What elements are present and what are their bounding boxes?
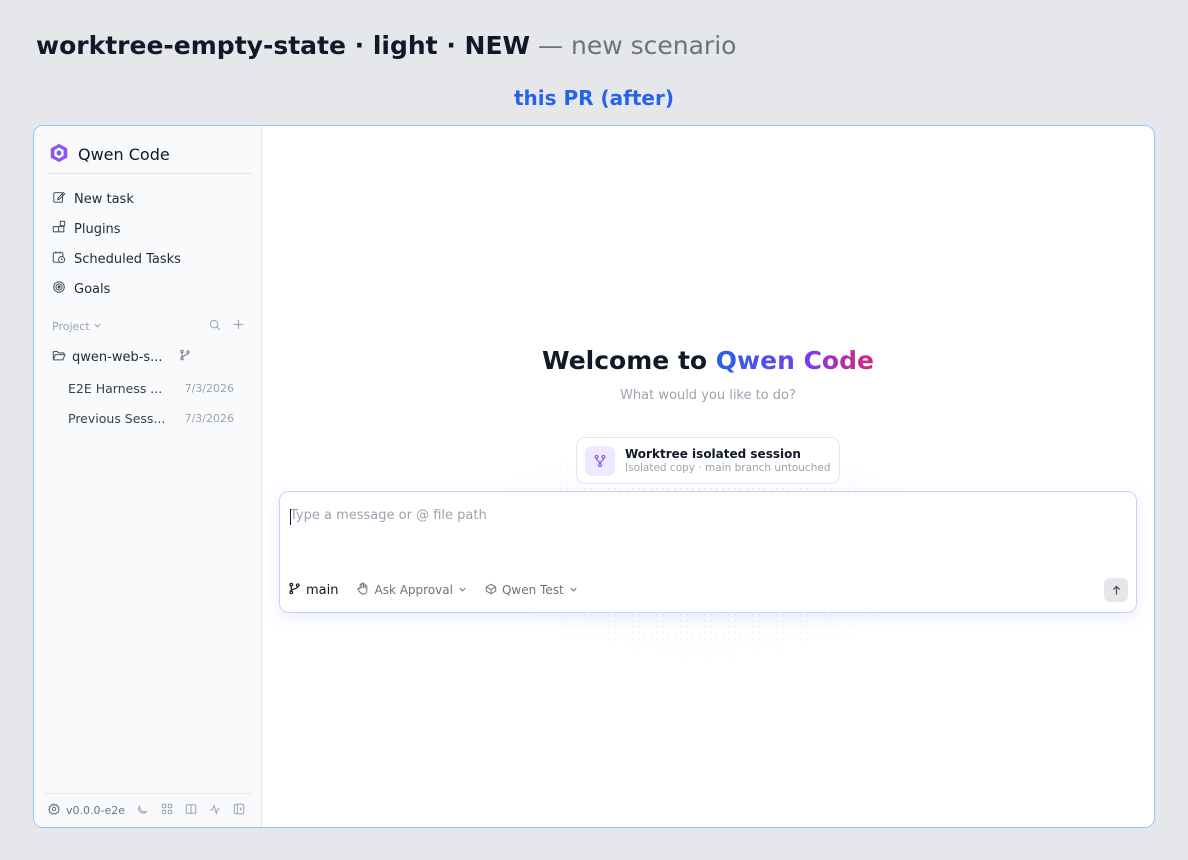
cube-icon (485, 583, 497, 598)
composer-toolbar: main Ask Approval Qwen Test (288, 580, 578, 600)
project-folder[interactable]: qwen-web-s... (52, 346, 202, 368)
nav-label: Plugins (74, 221, 121, 237)
session-title: Previous Sess... (68, 410, 166, 426)
git-branch-icon (288, 582, 301, 599)
panel-icon[interactable] (233, 803, 245, 818)
send-button[interactable] (1104, 578, 1128, 602)
add-project-icon[interactable] (233, 319, 244, 333)
target-icon (52, 280, 66, 298)
git-branch-icon (179, 349, 191, 365)
approval-mode-dropdown[interactable]: Ask Approval (356, 582, 466, 598)
composer: main Ask Approval (279, 491, 1137, 613)
text-caret (290, 509, 291, 525)
page-heading: worktree-empty-state · light · NEW — new… (36, 30, 736, 62)
session-item[interactable]: Previous Sess... 7/3/2026 (68, 408, 234, 428)
theme-toggle-icon[interactable] (137, 803, 149, 818)
arrow-up-icon (1111, 581, 1122, 600)
edit-icon (52, 190, 66, 208)
book-icon[interactable] (185, 803, 197, 818)
worktree-icon (585, 445, 615, 476)
variant-label: this PR (after) (513, 86, 674, 110)
session-item[interactable]: E2E Harness ... 7/3/2026 (68, 378, 234, 398)
session-date: 7/3/2026 (184, 411, 234, 425)
session-title: E2E Harness ... (68, 380, 163, 396)
worktree-card-title: Worktree isolated session (625, 446, 801, 461)
welcome-brand: Qwen Code (715, 346, 874, 375)
settings-icon[interactable] (47, 803, 61, 818)
qwen-logo-icon (48, 142, 70, 168)
app-name: Qwen Code (78, 145, 170, 164)
chevron-down-icon (458, 583, 467, 597)
chevron-down-icon (569, 583, 578, 597)
nav-label: New task (74, 191, 134, 207)
brand[interactable]: Qwen Code (48, 136, 252, 174)
sidebar-nav: New task Plugins Scheduled Tasks Goals (48, 184, 252, 304)
branch-name: main (306, 582, 339, 598)
sidebar-footer: v0.0.0-e2e (44, 793, 252, 827)
sidebar: Qwen Code New task Plugins Scheduled Tas… (34, 126, 262, 827)
plugins-icon (52, 220, 66, 238)
version-label: v0.0.0-e2e (66, 804, 126, 817)
project-label: Project (52, 319, 90, 333)
heading-scenario: worktree-empty-state · light · NEW (36, 31, 531, 60)
search-icon[interactable] (209, 319, 221, 334)
hand-icon (356, 582, 369, 598)
welcome-prefix: Welcome to (542, 346, 716, 375)
nav-scheduled-tasks[interactable]: Scheduled Tasks (48, 244, 252, 274)
nav-new-task[interactable]: New task (48, 184, 252, 214)
message-input[interactable] (290, 508, 990, 523)
activity-icon[interactable] (209, 803, 221, 818)
project-header: Project (52, 316, 244, 336)
nav-plugins[interactable]: Plugins (48, 214, 252, 244)
calendar-clock-icon (52, 250, 66, 268)
welcome-subtitle: What would you like to do? (620, 388, 796, 403)
branch-selector[interactable]: main (288, 582, 338, 599)
worktree-card-description: Isolated copy · main branch untouched (625, 461, 831, 474)
nav-label: Goals (74, 281, 111, 297)
model-name: Qwen Test (501, 583, 564, 597)
model-selector[interactable]: Qwen Test (485, 583, 578, 598)
chevron-down-icon (93, 320, 102, 333)
grid-icon[interactable] (161, 803, 173, 818)
approval-mode-label: Ask Approval (374, 583, 453, 597)
heading-note: — new scenario (538, 31, 737, 60)
main-panel: Welcome to Qwen Code What would you like… (262, 126, 1154, 827)
welcome-title: Welcome to Qwen Code (262, 346, 1154, 375)
app-window: Qwen Code New task Plugins Scheduled Tas… (33, 125, 1155, 828)
session-date: 7/3/2026 (184, 381, 234, 395)
worktree-session-card[interactable]: Worktree isolated session Isolated copy … (576, 437, 840, 484)
project-dropdown[interactable]: Project (52, 320, 102, 333)
folder-open-icon (52, 349, 66, 366)
nav-label: Scheduled Tasks (74, 251, 181, 267)
nav-goals[interactable]: Goals (48, 274, 252, 304)
folder-name: qwen-web-s... (72, 349, 163, 365)
